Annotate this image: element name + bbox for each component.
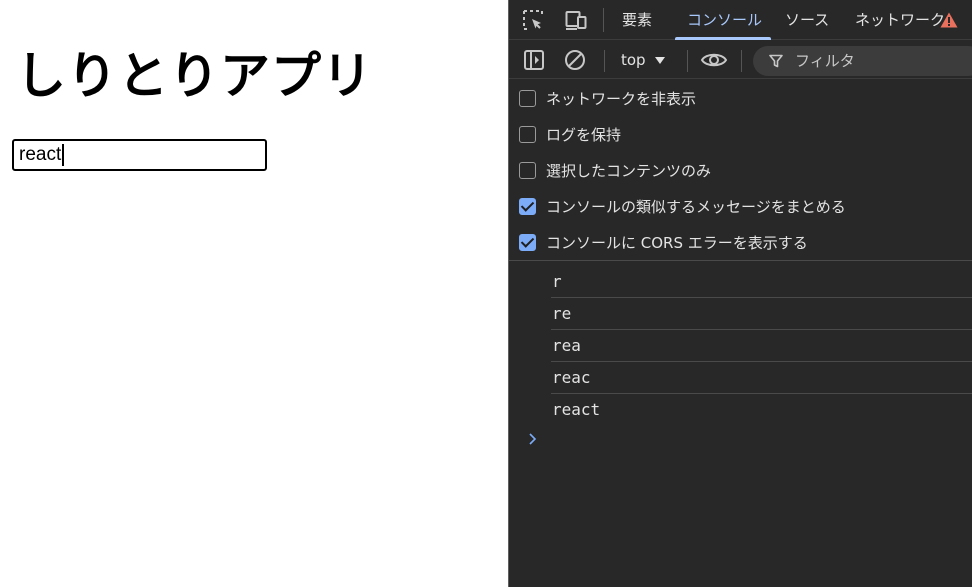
hide-network-checkbox[interactable] [519, 90, 536, 107]
page-title: しりとりアプリ [16, 47, 373, 105]
setting-label: ログを保持 [546, 126, 622, 144]
text-cursor [62, 144, 64, 166]
setting-label: ネットワークを非表示 [546, 90, 697, 108]
filter-icon [769, 54, 783, 68]
inspect-element-icon[interactable] [521, 8, 545, 32]
console-toolbar: top フィルタ [509, 41, 972, 79]
group-similar-checkbox[interactable] [519, 198, 536, 215]
preserve-log-checkbox[interactable] [519, 126, 536, 143]
setting-label: コンソールの類似するメッセージをまとめる [546, 198, 846, 216]
devtools-panel: 要素 コンソール ソース ネットワーク top フィルタ ネットワークを非表示 … [508, 0, 972, 587]
tabbar-separator [603, 8, 604, 32]
filter-input[interactable]: フィルタ [753, 46, 972, 76]
filter-placeholder: フィルタ [795, 52, 855, 70]
toolbar-separator [687, 50, 688, 72]
tab-elements[interactable]: 要素 [622, 0, 652, 40]
selected-context-checkbox[interactable] [519, 162, 536, 179]
console-message: r [551, 266, 972, 298]
device-toolbar-icon[interactable] [564, 8, 588, 32]
setting-label: コンソールに CORS エラーを表示する [546, 234, 808, 252]
devtools-tabbar: 要素 コンソール ソース ネットワーク [509, 0, 972, 40]
toolbar-separator [604, 50, 605, 72]
cors-errors-checkbox[interactable] [519, 234, 536, 251]
console-message: react [552, 400, 601, 419]
console-message: reac [551, 362, 972, 394]
console-message: re [551, 298, 972, 330]
context-selector[interactable]: top [621, 41, 646, 79]
console-settings: ネットワークを非表示 ログを保持 選択したコンテンツのみ コンソールの類似するメ… [509, 80, 972, 261]
toolbar-separator [741, 50, 742, 72]
sidebar-toggle-icon[interactable] [522, 48, 546, 72]
tab-sources[interactable]: ソース [785, 0, 829, 40]
clear-console-icon[interactable] [563, 48, 587, 72]
warning-icon [940, 12, 958, 28]
console-prompt-icon[interactable] [527, 432, 539, 446]
console-output: r re rea reac react [509, 262, 972, 587]
eye-icon[interactable] [700, 48, 728, 72]
web-page: しりとりアプリ [0, 0, 508, 587]
console-message: rea [551, 330, 972, 362]
chevron-down-icon [655, 57, 665, 64]
active-tab-indicator [675, 37, 771, 40]
tab-network[interactable]: ネットワーク [855, 0, 945, 40]
word-input[interactable] [12, 139, 267, 171]
tab-console[interactable]: コンソール [687, 0, 762, 40]
setting-label: 選択したコンテンツのみ [546, 162, 712, 180]
